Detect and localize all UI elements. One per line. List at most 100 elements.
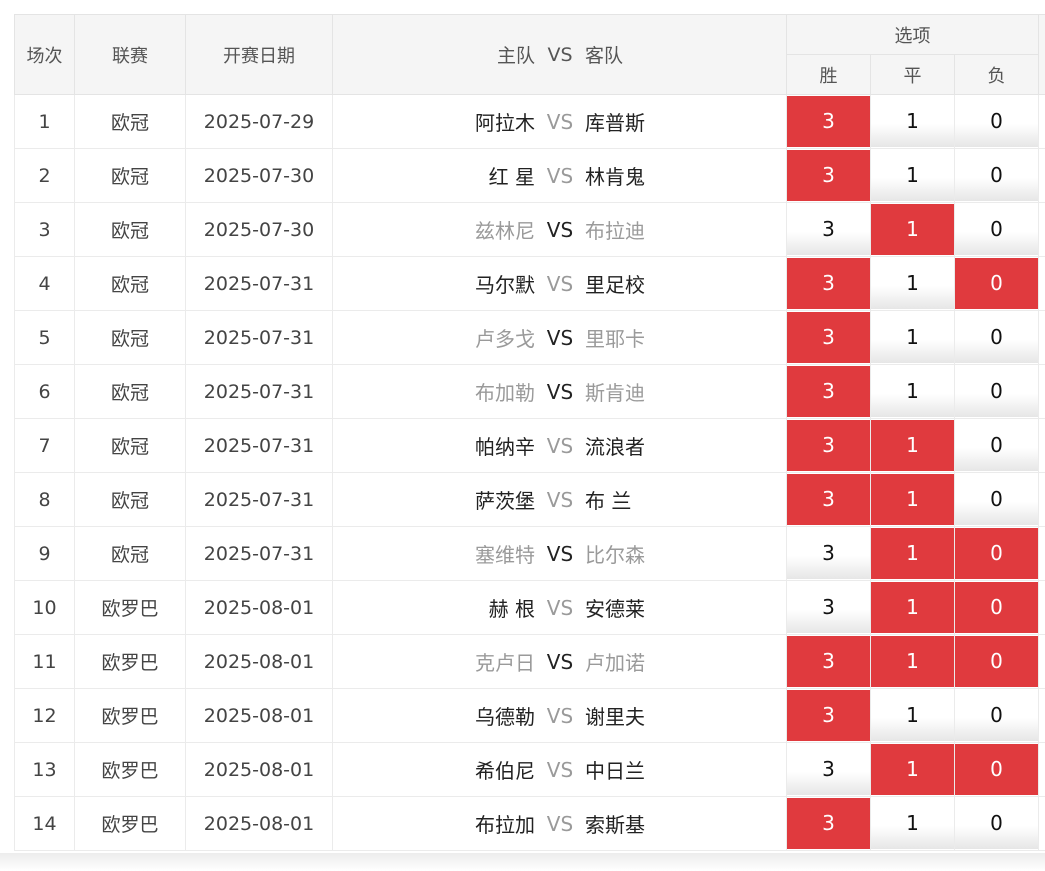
option-draw-cell: 1	[870, 148, 955, 203]
match-date: 2025-07-29	[185, 94, 333, 149]
option-draw-button[interactable]: 1	[871, 366, 954, 417]
option-win-button[interactable]: 3	[787, 96, 870, 147]
option-win-button[interactable]: 3	[787, 312, 870, 363]
option-win-button[interactable]: 3	[787, 474, 870, 525]
row-spacer	[1038, 580, 1045, 635]
home-team: 红 星	[488, 165, 535, 189]
option-draw-button[interactable]: 1	[871, 312, 954, 363]
header-away: 客队	[585, 45, 624, 67]
header-home: 主队	[496, 45, 535, 67]
vs-label: VS	[546, 271, 574, 296]
match-teams: 卢多戈 VS 里耶卡	[332, 310, 787, 365]
option-win-cell: 3	[786, 472, 871, 527]
option-win-button[interactable]: 3	[787, 798, 870, 849]
header-date: 开赛日期	[185, 14, 333, 95]
match-league: 欧冠	[74, 472, 186, 527]
option-draw-button[interactable]: 1	[871, 582, 954, 633]
row-spacer	[1038, 418, 1045, 473]
option-win-button[interactable]: 3	[787, 204, 870, 255]
option-draw-button[interactable]: 1	[871, 96, 954, 147]
option-loss-button[interactable]: 0	[955, 744, 1039, 795]
option-loss-button[interactable]: 0	[955, 204, 1039, 255]
home-team: 赫 根	[488, 597, 535, 621]
option-draw-button[interactable]: 1	[871, 690, 954, 741]
option-draw-button[interactable]: 1	[871, 258, 954, 309]
home-team: 克卢日	[475, 651, 535, 675]
option-win-button[interactable]: 3	[787, 366, 870, 417]
option-draw-button[interactable]: 1	[871, 420, 954, 471]
option-loss-button[interactable]: 0	[955, 96, 1039, 147]
table-row: 5 欧冠 2025-07-31 卢多戈 VS 里耶卡 3 1 0	[14, 310, 1045, 365]
home-team: 卢多戈	[475, 327, 535, 351]
home-team: 阿拉木	[475, 111, 535, 135]
option-loss-cell: 0	[953, 580, 1040, 635]
option-draw-cell: 1	[870, 256, 955, 311]
match-index: 8	[14, 472, 75, 527]
away-team: 比尔森	[585, 543, 645, 567]
option-win-button[interactable]: 3	[787, 690, 870, 741]
option-draw-cell: 1	[870, 580, 955, 635]
match-index: 5	[14, 310, 75, 365]
option-draw-button[interactable]: 1	[871, 744, 954, 795]
option-win-button[interactable]: 3	[787, 258, 870, 309]
option-loss-cell: 0	[953, 526, 1040, 581]
match-index: 2	[14, 148, 75, 203]
option-draw-button[interactable]: 1	[871, 528, 954, 579]
match-index: 13	[14, 742, 75, 797]
match-league: 欧冠	[74, 526, 186, 581]
option-draw-button[interactable]: 1	[871, 204, 954, 255]
option-draw-cell: 1	[870, 94, 955, 149]
away-team: 布 兰	[585, 489, 632, 513]
row-spacer	[1038, 742, 1045, 797]
option-loss-button[interactable]: 0	[955, 420, 1039, 471]
option-win-button[interactable]: 3	[787, 420, 870, 471]
option-loss-button[interactable]: 0	[955, 690, 1039, 741]
option-draw-button[interactable]: 1	[871, 474, 954, 525]
option-loss-cell: 0	[953, 256, 1040, 311]
match-date: 2025-07-31	[185, 418, 333, 473]
table-row: 9 欧冠 2025-07-31 塞维特 VS 比尔森 3 1 0	[14, 526, 1045, 581]
option-win-button[interactable]: 3	[787, 636, 870, 687]
away-team: 库普斯	[585, 111, 645, 135]
match-teams: 赫 根 VS 安德莱	[332, 580, 787, 635]
option-win-cell: 3	[786, 796, 871, 851]
option-loss-button[interactable]: 0	[955, 474, 1039, 525]
option-win-cell: 3	[786, 364, 871, 419]
option-loss-cell: 0	[953, 796, 1040, 851]
option-win-button[interactable]: 3	[787, 528, 870, 579]
home-team: 兹林尼	[475, 219, 535, 243]
option-draw-button[interactable]: 1	[871, 636, 954, 687]
option-loss-button[interactable]: 0	[955, 258, 1039, 309]
option-win-button[interactable]: 3	[787, 582, 870, 633]
row-spacer	[1038, 796, 1045, 851]
match-teams: 马尔默 VS 里足校	[332, 256, 787, 311]
option-draw-button[interactable]: 1	[871, 150, 954, 201]
row-spacer	[1038, 526, 1045, 581]
option-loss-button[interactable]: 0	[955, 312, 1039, 363]
vs-label: VS	[546, 433, 574, 458]
away-team: 里耶卡	[585, 327, 645, 351]
option-loss-button[interactable]: 0	[955, 150, 1039, 201]
match-index: 10	[14, 580, 75, 635]
option-loss-button[interactable]: 0	[955, 366, 1039, 417]
option-draw-button[interactable]: 1	[871, 798, 954, 849]
option-loss-button[interactable]: 0	[955, 528, 1039, 579]
vs-label: VS	[546, 109, 574, 134]
match-teams: 布拉加 VS 索斯基	[332, 796, 787, 851]
away-team: 中日兰	[585, 759, 645, 783]
match-league: 欧冠	[74, 364, 186, 419]
vs-label: VS	[546, 757, 574, 782]
option-draw-cell: 1	[870, 202, 955, 257]
option-draw-cell: 1	[870, 310, 955, 365]
match-league: 欧罗巴	[74, 742, 186, 797]
option-win-button[interactable]: 3	[787, 744, 870, 795]
row-spacer	[1038, 148, 1045, 203]
option-loss-button[interactable]: 0	[955, 582, 1039, 633]
option-loss-button[interactable]: 0	[955, 798, 1039, 849]
option-win-cell: 3	[786, 634, 871, 689]
header-opt-loss: 负	[953, 54, 1040, 95]
option-loss-button[interactable]: 0	[955, 636, 1039, 687]
option-loss-cell: 0	[953, 202, 1040, 257]
option-draw-cell: 1	[870, 742, 955, 797]
option-win-button[interactable]: 3	[787, 150, 870, 201]
